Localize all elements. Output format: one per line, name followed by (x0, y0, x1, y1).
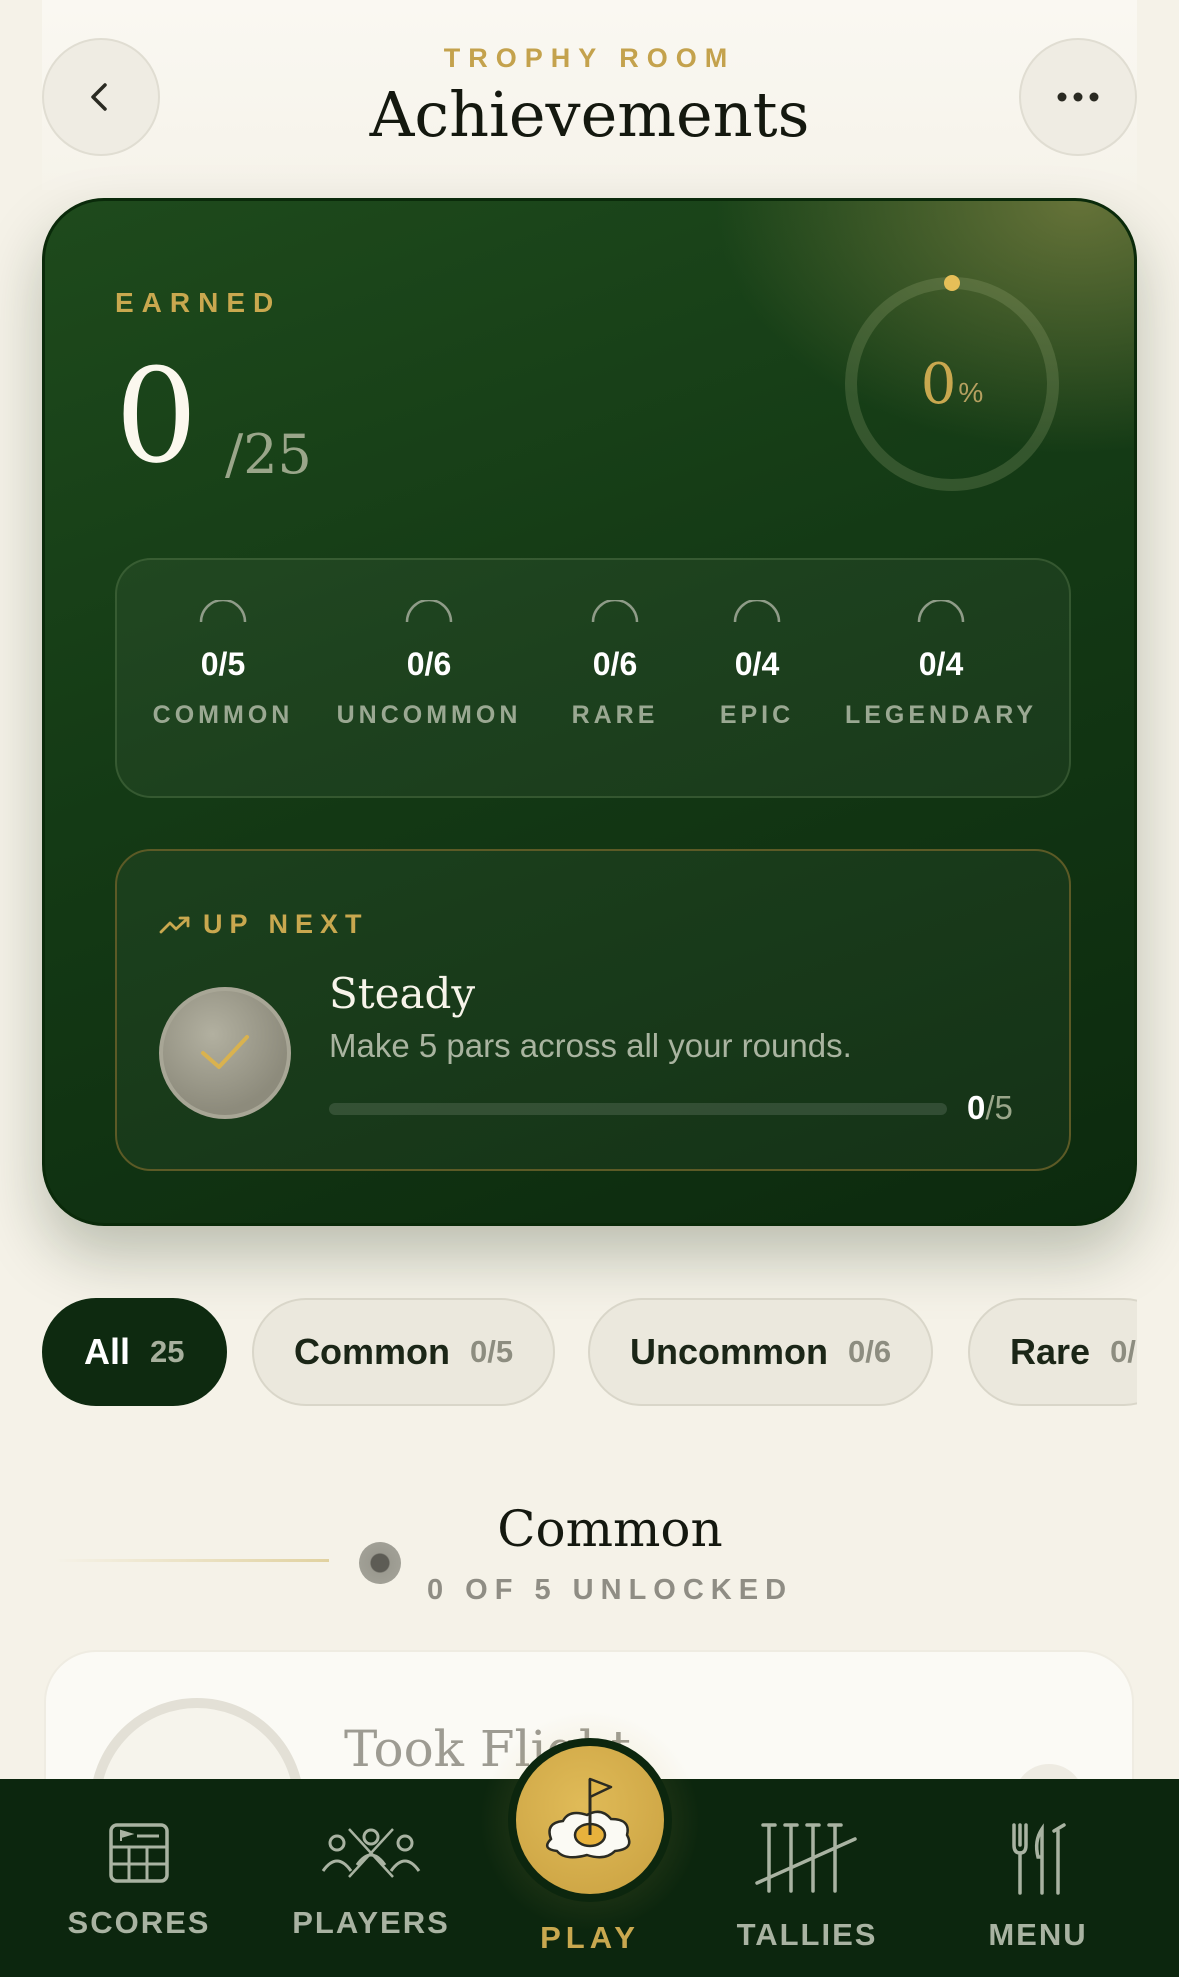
rarity-label: UNCOMMON (336, 701, 522, 729)
up-next-description: Make 5 pars across all your rounds. (329, 1027, 852, 1064)
up-next-header: UP NEXT (159, 909, 369, 940)
tab-label: TALLIES (736, 1917, 878, 1952)
scorecard-icon (109, 1823, 169, 1883)
filter-count: 25 (150, 1334, 185, 1369)
filter-pill-all[interactable]: All 25 (42, 1298, 227, 1406)
more-button[interactable] (1019, 38, 1137, 156)
filter-count: 0/ (1110, 1334, 1136, 1369)
section-divider (54, 1559, 329, 1562)
rarity-arc-icon (199, 600, 247, 623)
up-next-label: UP NEXT (203, 909, 369, 939)
play-label: PLAY (540, 1920, 640, 1955)
progress-percent: 0 % (842, 274, 1062, 494)
up-next-title: Steady (329, 969, 476, 1018)
rarity-stat-uncommon: 0/6 UNCOMMON (329, 560, 529, 730)
tab-scores[interactable]: SCORES (39, 1779, 239, 1941)
filter-pill-uncommon[interactable]: Uncommon 0/6 (588, 1298, 934, 1406)
tab-label: MENU (988, 1917, 1088, 1952)
earned-count: 0 (115, 340, 198, 492)
rarity-stat-epic: 0/4 EPIC (657, 560, 857, 730)
rarity-arc-icon (733, 600, 781, 623)
rarity-filter-bar: All 25 Common 0/5 Uncommon 0/6 Rare 0/ (42, 1298, 1137, 1408)
fried-egg-flag-icon (545, 1777, 631, 1859)
filter-label: All (84, 1331, 131, 1372)
rarity-label: COMMON (152, 701, 294, 729)
tab-label: SCORES (67, 1905, 211, 1940)
summary-card: EARNED 0 /25 0 % 0/5 COMMON 0/6 UNCOMMON (42, 198, 1137, 1226)
rarity-arc-icon (591, 600, 639, 623)
filter-count: 0/6 (848, 1334, 892, 1369)
rarity-value: 0/4 (918, 646, 964, 682)
percent-sign: % (958, 377, 984, 408)
play-button-face (516, 1746, 664, 1894)
achievement-badge (159, 987, 291, 1119)
tees-tally-icon (755, 1823, 857, 1893)
filter-label: Common (294, 1331, 450, 1372)
up-next-card[interactable]: UP NEXT Steady Make 5 pars across all yo… (115, 849, 1071, 1171)
tab-label: PLAYERS (292, 1905, 450, 1940)
rarity-stat-common: 0/5 COMMON (123, 560, 323, 730)
filter-label: Rare (1010, 1331, 1091, 1372)
earned-label: EARNED (115, 287, 282, 318)
tab-players[interactable]: PLAYERS (271, 1779, 471, 1941)
rarity-arc-icon (917, 600, 965, 623)
rarity-dot-icon (359, 1542, 401, 1584)
filter-pill-common[interactable]: Common 0/5 (252, 1298, 556, 1406)
trending-up-icon (159, 916, 190, 933)
section-subtitle: 0 OF 5 UNLOCKED (426, 1574, 794, 1606)
progress-total: /5 (985, 1089, 1013, 1126)
filter-pill-rare[interactable]: Rare 0/ (968, 1298, 1137, 1406)
rarity-stat-legendary: 0/4 LEGENDARY (841, 560, 1041, 730)
rarity-label: EPIC (719, 701, 795, 729)
rarity-value: 0/4 (734, 646, 780, 682)
checkmark-icon (201, 1035, 249, 1069)
rarity-value: 0/6 (406, 646, 452, 682)
more-horizontal-icon (1057, 92, 1099, 102)
rarity-arc-icon (405, 600, 453, 623)
players-icon (321, 1828, 421, 1878)
up-next-progress-bar (329, 1103, 947, 1115)
section-title: Common (497, 1500, 723, 1558)
rarity-breakdown: 0/5 COMMON 0/6 UNCOMMON 0/6 RARE 0/4 EPI… (115, 558, 1071, 798)
progress-current: 0 (967, 1089, 986, 1126)
rarity-label: LEGENDARY (844, 701, 1038, 729)
tab-tallies[interactable]: TALLIES (707, 1779, 907, 1953)
tab-menu[interactable]: MENU (938, 1779, 1138, 1953)
play-button[interactable] (508, 1738, 672, 1902)
filter-count: 0/5 (470, 1334, 514, 1369)
header: TROPHY ROOM Achievements (42, 0, 1137, 190)
filter-label: Uncommon (630, 1331, 828, 1372)
page-eyebrow: TROPHY ROOM (443, 43, 736, 73)
utensils-icon (1012, 1823, 1066, 1895)
earned-total: /25 (225, 423, 312, 486)
page-title: Achievements (369, 78, 810, 151)
up-next-progress-count: 0/5 (967, 1089, 1013, 1127)
rarity-value: 0/5 (200, 646, 246, 682)
percent-value: 0 (920, 351, 957, 417)
